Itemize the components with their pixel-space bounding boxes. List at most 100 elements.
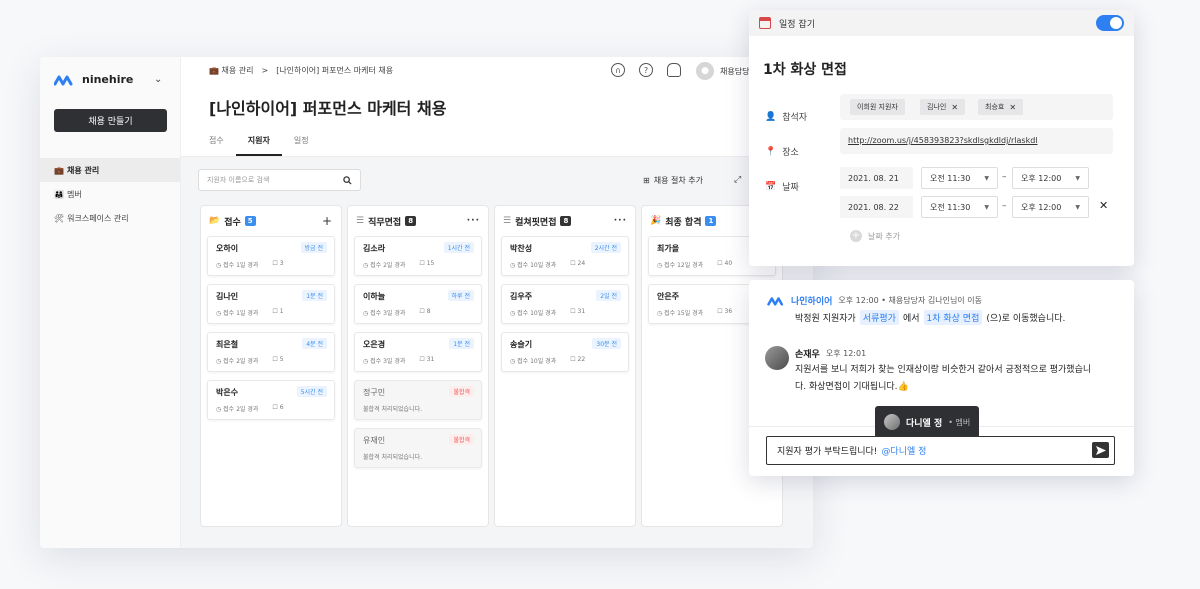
applicant-card[interactable]: 오하이 방금 전 ◷ 접수 1일 경과 ☐ 3 — [207, 236, 335, 276]
schedule-toggle[interactable] — [1096, 15, 1124, 31]
headset-icon[interactable]: ∩ — [611, 63, 625, 77]
sidebar-item-workspace[interactable]: 🛠 워크스페이스 관리 — [40, 206, 180, 230]
mention-role: • 멤버 — [948, 417, 971, 427]
sidebar-item-label: 채용 관리 — [66, 165, 100, 175]
drag-handle-icon[interactable]: ☰ — [356, 216, 364, 226]
calendar-icon — [759, 17, 771, 29]
comment-count: ☐ 3 — [272, 260, 284, 267]
add-icon[interactable]: + — [322, 214, 333, 228]
applicant-card[interactable]: 박은수 5시간 전 ◷ 접수 2일 경과 ☐ 6 — [207, 380, 335, 420]
brand-name: ninehire — [82, 73, 134, 86]
tab-schedule[interactable]: 일정 — [282, 134, 321, 156]
applicant-card[interactable]: 박찬성 2시간 전 ◷ 접수 10일 경과 ☐ 24 — [501, 236, 629, 276]
bell-icon[interactable] — [667, 63, 681, 77]
comment-input[interactable]: 지원자 평가 부탁드립니다! @다니엘 정 — [766, 436, 1115, 465]
column-count: 1 — [705, 216, 717, 226]
applicant-card[interactable]: 김소라 1시간 전 ◷ 접수 2일 경과 ☐ 15 — [354, 236, 482, 276]
applicant-card[interactable]: 송슬기 30분 전 ◷ 접수 10일 경과 ☐ 22 — [501, 332, 629, 372]
applicant-card[interactable]: 최은철 4분 전 ◷ 접수 2일 경과 ☐ 5 — [207, 332, 335, 372]
tab-intake[interactable]: 접수 — [209, 134, 236, 156]
sidebar: ninehire ⌄ 채용 만들기 💼 채용 관리 👨‍👩‍👧 멤버 🛠 워크스… — [40, 57, 181, 548]
more-icon[interactable]: ··· — [614, 216, 627, 226]
chevron-down-icon[interactable]: ⌄ — [154, 74, 162, 85]
remove-attendee-icon[interactable]: ✕ — [951, 103, 958, 112]
more-icon[interactable]: ··· — [467, 216, 480, 226]
add-step-label: 채용 절차 추가 — [653, 176, 703, 185]
avatar — [884, 414, 900, 430]
elapsed-text: ◷ 접수 15일 경과 — [657, 310, 704, 317]
place-link[interactable]: http://zoom.us/j/458393823?skdlsgkdldj/r… — [848, 136, 1038, 145]
end-time-select[interactable]: 오후 12:00 ▼ — [1012, 167, 1089, 189]
end-time-select[interactable]: 오후 12:00 ▼ — [1012, 196, 1089, 218]
person-icon: 👤 — [765, 111, 777, 122]
schedule-panel: 일정 잡기 1차 화상 면접 👤 참석자 이희원 지원자 김나인 ✕ 최승효 ✕… — [749, 10, 1134, 266]
calendar-small-icon: 📅 — [765, 181, 777, 192]
elapsed-text: ◷ 접수 12일 경과 — [657, 262, 704, 269]
status-badge: 30분 전 — [592, 338, 621, 349]
system-message-body: 박정원 지원자가 서류평가 에서 1차 화상 면접 (으)로 이동했습니다. — [795, 310, 1065, 325]
schedule-header-label: 일정 잡기 — [779, 19, 815, 30]
drag-handle-icon[interactable]: ☰ — [503, 216, 511, 226]
rejected-text: 불합격 처리되었습니다. — [363, 454, 423, 461]
search-icon — [343, 175, 352, 185]
breadcrumb-separator: > — [261, 66, 269, 75]
date-input[interactable]: 2021. 08. 21 — [840, 167, 913, 189]
sidebar-item-members[interactable]: 👨‍👩‍👧 멤버 — [40, 182, 180, 206]
applicant-card[interactable]: 김우주 2일 전 ◷ 접수 10일 경과 ☐ 31 — [501, 284, 629, 324]
user-menu[interactable]: ● 채용담당 — [696, 62, 749, 80]
applicant-card[interactable]: 이하늘 하루 전 ◷ 접수 3일 경과 ☐ 8 — [354, 284, 482, 324]
start-time-select[interactable]: 오전 11:30 ▼ — [921, 196, 998, 218]
sidebar-item-label: 멤버 — [66, 189, 82, 199]
status-badge: 5시간 전 — [296, 386, 327, 397]
search-placeholder: 지원자 이름으로 검색 — [207, 176, 270, 184]
send-button[interactable] — [1092, 442, 1109, 458]
user-name: 채용담당 — [720, 66, 750, 76]
mention-tooltip[interactable]: 다니엘 정 • 멤버 — [875, 406, 980, 443]
status-badge: 하루 전 — [447, 290, 474, 301]
comment-author: 손재우 — [795, 350, 820, 360]
status-badge: 1분 전 — [449, 338, 474, 349]
status-badge: 1시간 전 — [443, 242, 474, 253]
create-recruitment-button[interactable]: 채용 만들기 — [54, 109, 167, 132]
add-step-button[interactable]: ⊞ 채용 절차 추가 — [643, 175, 703, 186]
mention-name: 다니엘 정 — [906, 418, 943, 429]
ninehire-logo-icon — [54, 75, 73, 85]
add-date-button[interactable]: + 날짜 추가 — [850, 230, 900, 242]
start-time-select[interactable]: 오전 11:30 ▼ — [921, 167, 998, 189]
column-intake: 📂 접수 5 + 오하이 방금 전 ◷ 접수 1일 경과 ☐ 3 김나인 1분 전… — [200, 205, 342, 527]
attendee-chip: 이희원 지원자 — [850, 99, 905, 115]
breadcrumb-root[interactable]: 💼 채용 관리 — [209, 65, 254, 76]
tab-applicants[interactable]: 지원자 — [235, 134, 282, 156]
comment-count: ☐ 5 — [272, 356, 284, 363]
place-field[interactable]: http://zoom.us/j/458393823?skdlsgkdldj/r… — [840, 128, 1113, 154]
attendees-field[interactable]: 이희원 지원자 김나인 ✕ 최승효 ✕ — [840, 94, 1113, 120]
rejected-badge: 불합격 — [449, 386, 474, 397]
help-icon[interactable]: ? — [639, 63, 653, 77]
workspace-switcher[interactable]: ninehire — [54, 73, 133, 86]
comment-count: ☐ 1 — [272, 308, 284, 315]
column-job-interview: ☰ 직무면접 8 ··· 김소라 1시간 전 ◷ 접수 2일 경과 ☐ 15 이하… — [347, 205, 489, 527]
comment-count: ☐ 22 — [570, 356, 586, 363]
sidebar-item-recruitment[interactable]: 💼 채용 관리 — [40, 158, 180, 182]
briefcase-icon: 💼 — [54, 165, 64, 175]
caret-down-icon: ▼ — [984, 174, 989, 182]
applicant-card[interactable]: 오은경 1분 전 ◷ 접수 3일 경과 ☐ 31 — [354, 332, 482, 372]
page-title: [나인하이어] 퍼포먼스 마케터 채용 — [209, 99, 447, 118]
caret-down-icon: ▼ — [1075, 203, 1080, 211]
remove-date-icon[interactable]: ✕ — [1099, 199, 1108, 212]
applicant-card-rejected[interactable]: 정구민 불합격 불합격 처리되었습니다. — [354, 380, 482, 420]
comment-count: ☐ 31 — [419, 356, 435, 363]
remove-attendee-icon[interactable]: ✕ — [1009, 103, 1016, 112]
system-sender: 나인하이어 — [791, 297, 833, 307]
search-input[interactable]: 지원자 이름으로 검색 — [198, 169, 361, 191]
applicant-card[interactable]: 김나인 1분 전 ◷ 접수 1일 경과 ☐ 1 — [207, 284, 335, 324]
expand-icon[interactable]: ⤢ — [734, 175, 741, 185]
comment-count: ☐ 24 — [570, 260, 586, 267]
avatar — [765, 346, 789, 370]
add-date-label: 날짜 추가 — [868, 231, 900, 241]
to-stage-tag: 1차 화상 면접 — [923, 310, 983, 325]
caret-down-icon: ▼ — [1075, 174, 1080, 182]
applicant-card-rejected[interactable]: 유재인 불합격 불합격 처리되었습니다. — [354, 428, 482, 468]
date-input[interactable]: 2021. 08. 22 — [840, 196, 913, 218]
attendee-name: 최승효 — [985, 103, 1005, 111]
